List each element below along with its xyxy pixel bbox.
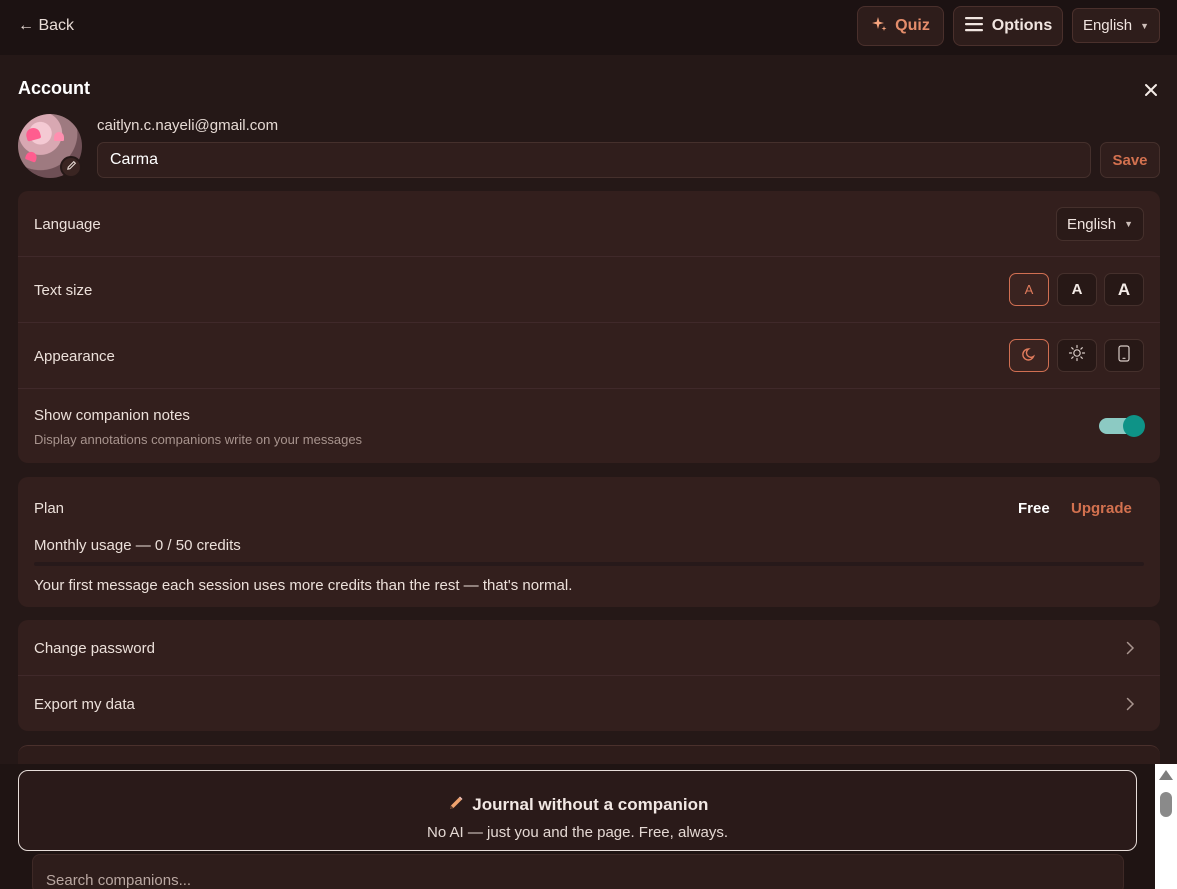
- plan-card: Plan Free Upgrade Monthly usage — 0 / 50…: [18, 477, 1160, 607]
- companion-notes-description: Display annotations companions write on …: [34, 432, 363, 447]
- plan-label: Plan: [34, 500, 65, 517]
- settings-card: Language English ▼ Text size A A A Appea…: [18, 191, 1160, 463]
- text-size-large-button[interactable]: A: [1104, 273, 1144, 306]
- display-name-input[interactable]: [97, 142, 1091, 178]
- scrollbar[interactable]: [1155, 764, 1177, 889]
- heart-sticker: [54, 132, 64, 141]
- pencil-icon: [66, 158, 77, 176]
- scroll-thumb[interactable]: [1160, 792, 1172, 817]
- usage-text: Monthly usage — 0 / 50 credits: [34, 537, 241, 554]
- scroll-up-arrow-icon[interactable]: [1159, 770, 1173, 780]
- edit-avatar-button[interactable]: [60, 156, 82, 178]
- pencil-icon: [447, 795, 473, 814]
- change-password-row[interactable]: Change password: [18, 620, 1160, 676]
- toggle-knob: [1123, 415, 1145, 437]
- sparkle-icon: [871, 16, 887, 37]
- options-button[interactable]: Options: [953, 6, 1063, 46]
- chevron-right-icon: [1126, 695, 1138, 713]
- text-size-medium-button[interactable]: A: [1057, 273, 1097, 306]
- plan-tier: Free: [1018, 500, 1050, 517]
- caret-down-icon: ▼: [1140, 20, 1150, 31]
- menu-icon: [964, 16, 984, 37]
- usage-note: Your first message each session uses mor…: [34, 577, 573, 594]
- save-button[interactable]: Save: [1100, 142, 1160, 178]
- account-actions-card: Change password Export my data: [18, 620, 1160, 731]
- journal-title-text: Journal without a companion: [472, 795, 709, 814]
- upgrade-link[interactable]: Upgrade: [1071, 500, 1132, 517]
- companion-notes-label: Show companion notes: [34, 407, 190, 424]
- quiz-button[interactable]: Quiz: [857, 6, 944, 46]
- moon-icon: [1021, 345, 1037, 366]
- back-button[interactable]: ← Back: [18, 17, 74, 35]
- text-size-small-button[interactable]: A: [1009, 273, 1049, 306]
- quiz-label: Quiz: [895, 17, 930, 34]
- light-mode-button[interactable]: [1057, 339, 1097, 372]
- appearance-label: Appearance: [34, 348, 115, 365]
- sun-icon: [1068, 344, 1086, 367]
- options-label: Options: [991, 17, 1053, 34]
- usage-progress-bar: [34, 562, 1144, 566]
- text-size-row: Text size A A A: [18, 257, 1160, 323]
- companion-notes-toggle[interactable]: [1099, 415, 1145, 437]
- account-email: caitlyn.c.nayeli@gmail.com: [97, 117, 279, 134]
- phone-icon: [1118, 344, 1130, 367]
- language-label: Language: [34, 216, 101, 233]
- journal-subtitle: No AI — just you and the page. Free, alw…: [427, 824, 728, 841]
- language-select-value: English: [1066, 215, 1117, 233]
- caret-down-icon: ▼: [1124, 219, 1134, 229]
- language-value: English: [1082, 17, 1133, 34]
- dark-mode-button[interactable]: [1009, 339, 1049, 372]
- close-icon[interactable]: [1140, 79, 1162, 101]
- appearance-row: Appearance: [18, 323, 1160, 389]
- search-companions-input[interactable]: [32, 854, 1124, 889]
- companion-notes-row: Show companion notes Display annotations…: [18, 389, 1160, 463]
- journal-title: Journal without a companion: [19, 795, 1136, 815]
- language-select[interactable]: English ▼: [1056, 207, 1144, 241]
- chevron-right-icon: [1126, 639, 1138, 657]
- system-mode-button[interactable]: [1104, 339, 1144, 372]
- heart-sticker: [24, 126, 42, 142]
- heart-sticker: [24, 150, 39, 163]
- language-row: Language English ▼: [18, 191, 1160, 257]
- export-data-label: Export my data: [34, 696, 135, 713]
- change-password-label: Change password: [34, 640, 155, 657]
- language-select-top[interactable]: English ▼: [1072, 8, 1160, 43]
- export-data-row[interactable]: Export my data: [18, 676, 1160, 731]
- page-title: Account: [18, 78, 90, 98]
- text-size-label: Text size: [34, 282, 93, 299]
- top-bar: ← Back Quiz Options English ▼: [0, 0, 1177, 55]
- bottom-panel: Journal without a companion No AI — just…: [0, 764, 1155, 889]
- journal-without-companion-button[interactable]: Journal without a companion No AI — just…: [18, 770, 1137, 851]
